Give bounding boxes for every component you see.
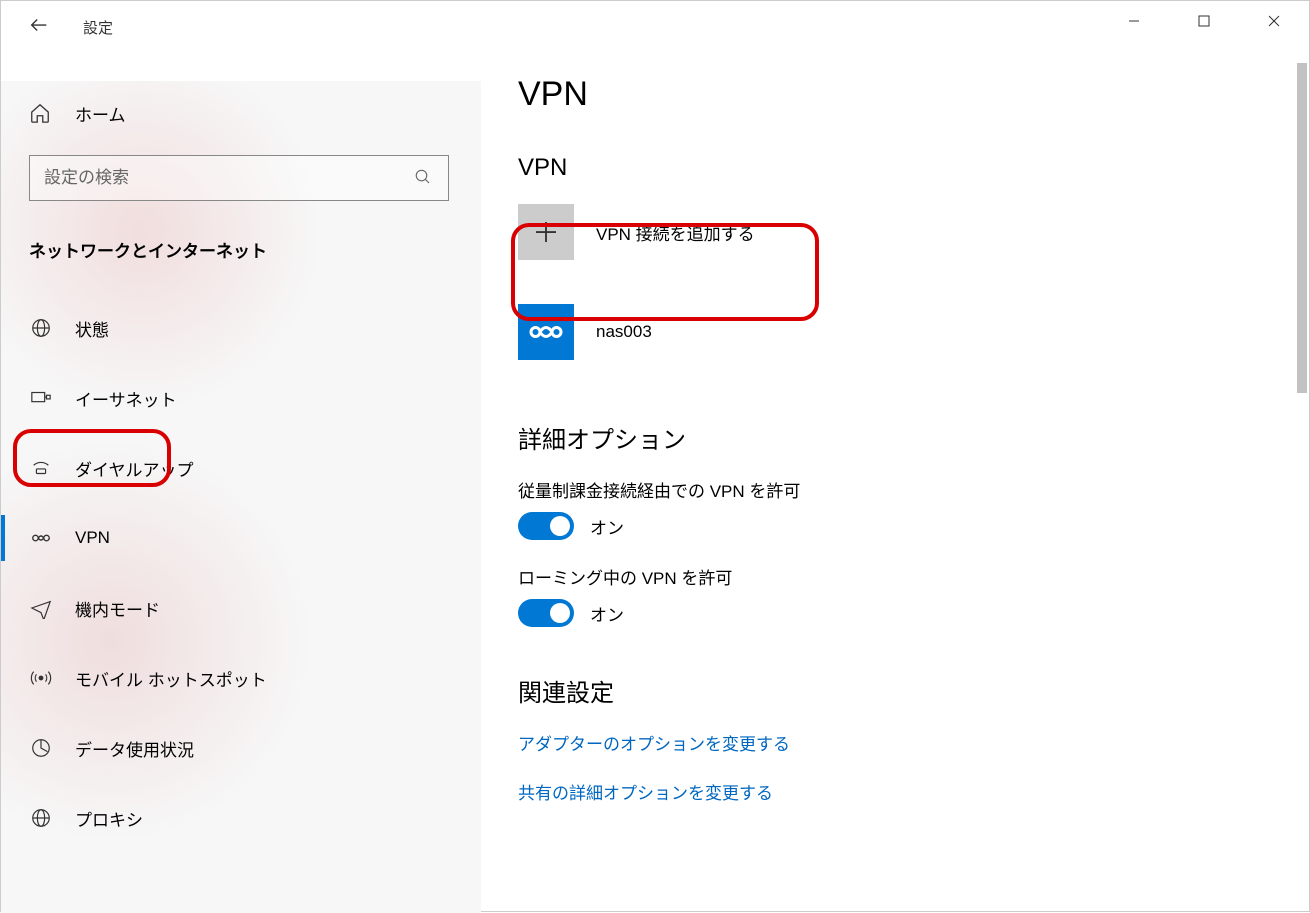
- sidebar-item-label: 状態: [75, 316, 109, 341]
- option-roaming-vpn: ローミング中の VPN を許可 オン: [518, 564, 1298, 627]
- main-content: VPN VPN VPN 接続を追加する nas003 詳細オプション 従量制課金…: [518, 71, 1298, 911]
- close-button[interactable]: [1239, 1, 1309, 41]
- sidebar-item-data-usage[interactable]: データ使用状況: [1, 713, 481, 783]
- option-label: 従量制課金接続経由での VPN を許可: [518, 477, 1298, 502]
- vpn-connection-icon: [518, 304, 574, 360]
- sidebar-item-label: プロキシ: [75, 806, 143, 831]
- app-title: 設定: [83, 17, 113, 38]
- search-box[interactable]: [29, 155, 449, 201]
- ethernet-icon: [29, 386, 53, 410]
- sidebar-item-label: データ使用状況: [75, 736, 194, 761]
- sidebar-item-status[interactable]: 状態: [1, 293, 481, 363]
- sidebar-home[interactable]: ホーム: [29, 101, 126, 126]
- link-adapter-options[interactable]: アダプターのオプションを変更する: [518, 730, 1298, 755]
- link-sharing-options[interactable]: 共有の詳細オプションを変更する: [518, 779, 1298, 804]
- sidebar-item-hotspot[interactable]: モバイル ホットスポット: [1, 643, 481, 713]
- home-icon: [29, 102, 53, 126]
- vpn-icon: [29, 526, 53, 550]
- maximize-button[interactable]: [1169, 1, 1239, 41]
- sidebar-category: ネットワークとインターネット: [29, 237, 267, 262]
- scrollbar[interactable]: [1297, 63, 1307, 393]
- search-input[interactable]: [44, 168, 414, 188]
- sidebar-item-airplane[interactable]: 機内モード: [1, 573, 481, 643]
- dialup-icon: [29, 456, 53, 480]
- sidebar-item-vpn[interactable]: VPN: [1, 503, 481, 573]
- sidebar-item-dialup[interactable]: ダイヤルアップ: [1, 433, 481, 503]
- sidebar-item-ethernet[interactable]: イーサネット: [1, 363, 481, 433]
- airplane-icon: [29, 596, 53, 620]
- section-vpn-heading: VPN: [518, 154, 1298, 182]
- section-related-heading: 関連設定: [518, 673, 1298, 708]
- sidebar-home-label: ホーム: [75, 101, 126, 126]
- page-title: VPN: [518, 75, 1298, 114]
- sidebar-item-proxy[interactable]: プロキシ: [1, 783, 481, 853]
- toggle-state-label: オン: [590, 601, 624, 626]
- plus-icon: [518, 204, 574, 260]
- data-usage-icon: [29, 736, 53, 760]
- hotspot-icon: [29, 666, 53, 690]
- proxy-icon: [29, 806, 53, 830]
- sidebar-nav-list: 状態 イーサネット ダイヤルアップ VPN 機内モード: [1, 293, 481, 853]
- option-label: ローミング中の VPN を許可: [518, 564, 1298, 589]
- toggle-roaming-vpn[interactable]: [518, 599, 574, 627]
- section-advanced-heading: 詳細オプション: [518, 420, 1298, 455]
- sidebar-item-label: モバイル ホットスポット: [75, 666, 267, 691]
- option-metered-vpn: 従量制課金接続経由での VPN を許可 オン: [518, 477, 1298, 540]
- window-controls: [1099, 1, 1309, 41]
- search-icon: [414, 168, 434, 188]
- add-vpn-label: VPN 接続を追加する: [596, 220, 755, 245]
- minimize-button[interactable]: [1099, 1, 1169, 41]
- sidebar: ホーム ネットワークとインターネット 状態 イーサネット ダイヤルアップ: [1, 81, 481, 913]
- sidebar-item-label: VPN: [75, 528, 110, 548]
- sidebar-item-label: イーサネット: [75, 386, 177, 411]
- sidebar-item-label: ダイヤルアップ: [75, 456, 194, 481]
- toggle-state-label: オン: [590, 514, 624, 539]
- toggle-metered-vpn[interactable]: [518, 512, 574, 540]
- add-vpn-button[interactable]: VPN 接続を追加する: [518, 204, 1298, 260]
- back-button[interactable]: [25, 11, 53, 39]
- network-status-icon: [29, 316, 53, 340]
- vpn-connection-name: nas003: [596, 322, 652, 342]
- vpn-connection-item[interactable]: nas003: [518, 304, 1298, 360]
- sidebar-item-label: 機内モード: [75, 596, 160, 621]
